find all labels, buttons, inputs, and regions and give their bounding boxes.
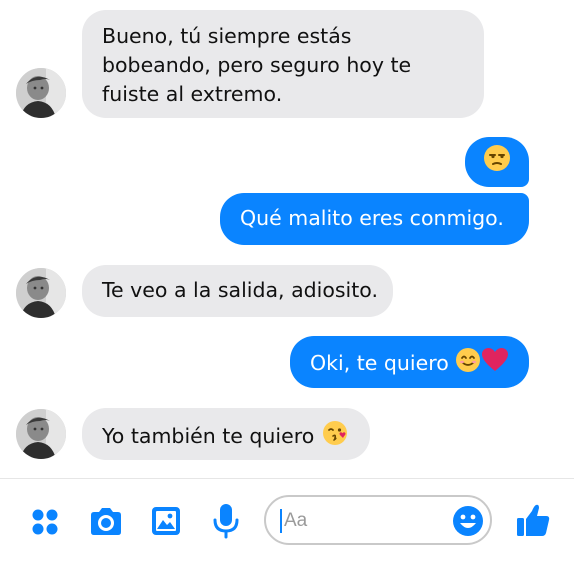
message-bubble-outgoing[interactable]: Oki, te quiero [290, 336, 529, 388]
more-apps-icon[interactable] [26, 503, 64, 541]
message-line: Bueno, tú siempre estás [102, 24, 352, 48]
contact-avatar[interactable] [16, 409, 66, 459]
message-line: fuiste al extremo. [102, 82, 283, 106]
message-input-placeholder: Aa [284, 510, 308, 531]
camera-icon[interactable] [86, 503, 126, 541]
message-text: Te veo a la salida, adiosito. [102, 278, 378, 302]
message-text: Oki, te quiero [310, 351, 449, 375]
red-heart-emoji [481, 347, 509, 381]
microphone-icon[interactable] [208, 499, 244, 543]
message-bubble-incoming[interactable]: Te veo a la salida, adiosito. [82, 265, 393, 317]
message-bubble-outgoing[interactable]: Qué malito eres conmigo. [220, 193, 529, 245]
message-text: Yo también te quiero [102, 424, 315, 448]
face-blowing-kiss-emoji [321, 419, 349, 455]
gallery-icon[interactable] [146, 501, 186, 541]
like-thumbs-up-icon[interactable] [512, 501, 554, 541]
text-caret [280, 509, 282, 533]
unamused-face-emoji [483, 144, 511, 180]
message-bubble-outgoing[interactable] [465, 137, 529, 187]
message-bubble-incoming[interactable]: Yo también te quiero [82, 408, 370, 460]
composer-bar: Aa [0, 478, 574, 565]
emoji-icon[interactable] [452, 505, 484, 537]
message-text: Qué malito eres conmigo. [240, 206, 504, 230]
contact-avatar[interactable] [16, 268, 66, 318]
message-input[interactable]: Aa [264, 495, 492, 545]
contact-avatar[interactable] [16, 68, 66, 118]
message-line: bobeando, pero seguro hoy te [102, 53, 412, 77]
message-bubble-incoming[interactable]: Bueno, tú siempre estás bobeando, pero s… [82, 10, 484, 118]
smiling-face-emoji [455, 347, 481, 381]
